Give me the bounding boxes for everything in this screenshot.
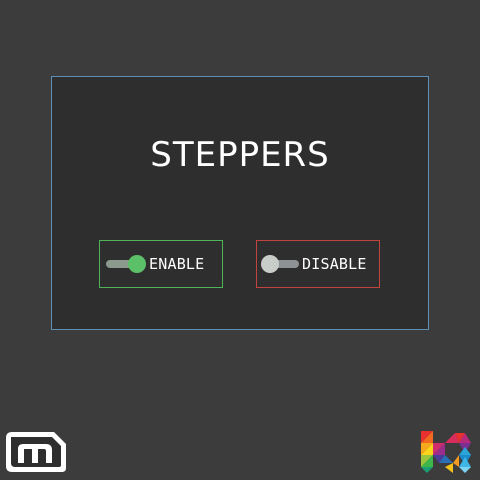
switch-knob [261, 255, 279, 273]
app-screen: STEPPERS ENABLE DISABLE [0, 0, 480, 480]
m-logo-icon [6, 432, 66, 472]
switch-knob [128, 255, 146, 273]
disable-steppers-button[interactable]: DISABLE [256, 240, 380, 288]
steppers-panel: STEPPERS ENABLE DISABLE [51, 76, 429, 330]
toggle-on-icon [106, 254, 146, 274]
enable-steppers-button[interactable]: ENABLE [99, 240, 223, 288]
page-title: STEPPERS [150, 135, 330, 175]
disable-label: DISABLE [302, 255, 367, 273]
toggle-off-icon [261, 254, 299, 274]
colorful-k-logo-icon [421, 431, 471, 473]
enable-label: ENABLE [149, 255, 205, 273]
